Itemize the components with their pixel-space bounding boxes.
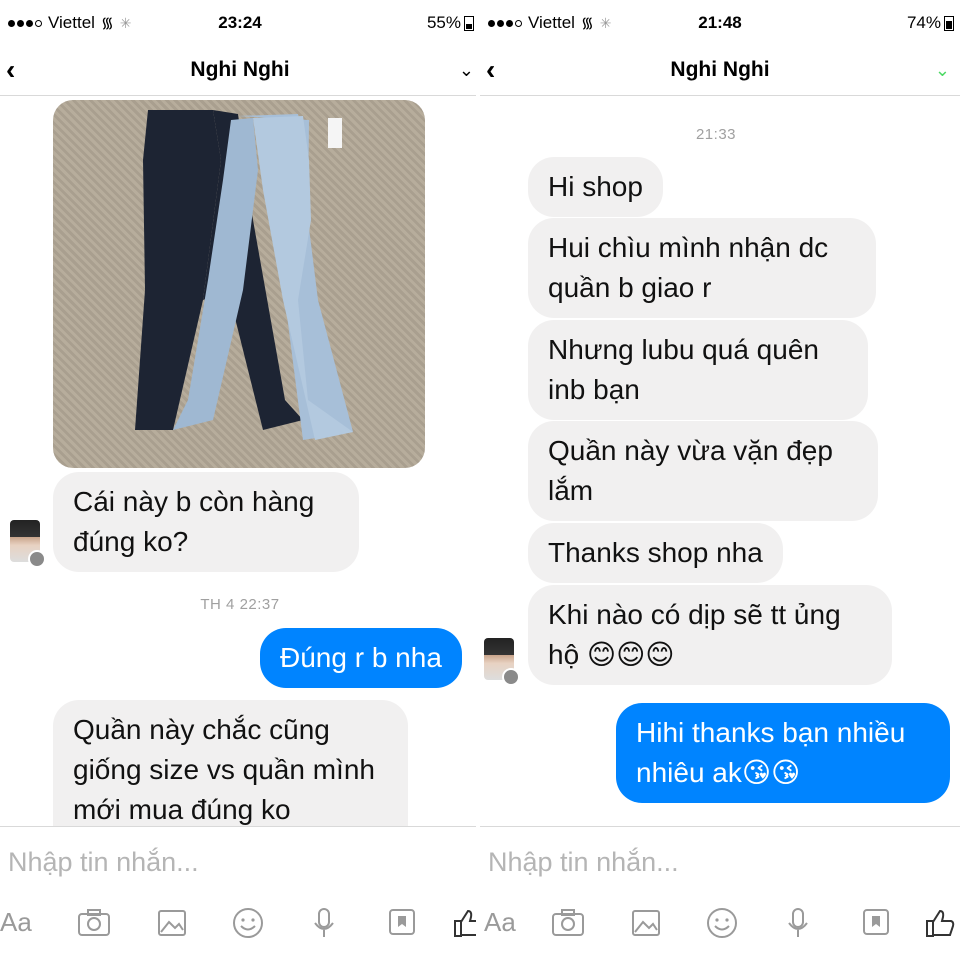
text-format-icon[interactable]: Aa: [484, 903, 524, 943]
right-chat-screen: Viettel ᯾ ✳ 21:48 74% ‹ Nghi Nghi ⌄ 21:3…: [480, 0, 960, 960]
message-input[interactable]: Nhập tin nhắn...: [8, 847, 199, 878]
camera-icon[interactable]: [74, 903, 114, 943]
composer-toolbar: Aa: [480, 903, 960, 943]
gallery-icon[interactable]: [626, 903, 666, 943]
composer-toolbar: Aa: [0, 903, 480, 943]
message-outgoing[interactable]: Hihi thanks bạn nhiều nhiêu ak😘😘: [616, 703, 950, 803]
gallery-icon[interactable]: [152, 903, 192, 943]
text-format-icon[interactable]: Aa: [0, 903, 40, 943]
message-incoming[interactable]: Thanks shop nha: [528, 523, 783, 583]
chat-header: ‹ Nghi Nghi ⌄: [0, 46, 480, 96]
chevron-down-icon[interactable]: ⌄: [459, 60, 474, 81]
message-incoming[interactable]: Khi nào có dịp sẽ tt ủng hộ 😊😊😊: [528, 585, 892, 685]
jeans-photo[interactable]: [53, 100, 425, 468]
contact-name[interactable]: Nghi Nghi: [480, 58, 960, 82]
clock: 23:24: [218, 13, 262, 32]
left-chat-screen: Viettel ᯾ ✳ 23:24 55% ‹ Nghi Nghi ⌄ Cái …: [0, 0, 480, 960]
battery-percent: 74%: [906, 13, 941, 32]
messenger-badge-icon: [28, 550, 46, 568]
message-incoming[interactable]: Quần này chắc cũng giống size vs quần mì…: [53, 700, 408, 826]
timestamp: 21:33: [695, 126, 737, 143]
status-bar: Viettel ᯾ ✳ 21:48 74%: [480, 0, 960, 46]
contact-name[interactable]: Nghi Nghi: [0, 58, 480, 82]
bookmark-icon[interactable]: [382, 903, 422, 943]
aa-label: Aa: [484, 907, 516, 937]
aa-label: Aa: [0, 907, 32, 937]
messenger-badge-icon: [502, 668, 520, 686]
message-incoming[interactable]: Hui chìu mình nhận dc quần b giao r: [528, 218, 876, 318]
jeans-image: [135, 110, 353, 440]
chat-header: ‹ Nghi Nghi ⌄: [480, 46, 960, 96]
clock: 21:48: [698, 13, 742, 32]
battery-percent: 55%: [426, 13, 461, 32]
microphone-icon[interactable]: [304, 903, 344, 943]
check-icon: ⌄: [934, 60, 950, 80]
message-incoming[interactable]: Cái này b còn hàng đúng ko?: [53, 472, 359, 572]
sticker-icon[interactable]: [702, 903, 742, 943]
avatar[interactable]: [10, 520, 46, 568]
battery: 74%: [907, 13, 954, 33]
sticker-icon[interactable]: [228, 903, 268, 943]
message-outgoing[interactable]: Đúng r b nha: [260, 628, 462, 688]
like-icon[interactable]: [920, 903, 960, 943]
avatar[interactable]: [484, 638, 520, 686]
microphone-icon[interactable]: [778, 903, 818, 943]
message-incoming[interactable]: Nhưng lubu quá quên inb bạn: [528, 320, 868, 420]
bookmark-icon[interactable]: [856, 903, 896, 943]
battery-icon: [464, 15, 474, 31]
message-incoming[interactable]: Hi shop: [528, 157, 663, 217]
battery-icon: [944, 15, 954, 31]
status-bar: Viettel ᯾ ✳ 23:24 55%: [0, 0, 480, 46]
battery: 55%: [427, 13, 474, 33]
composer: Nhập tin nhắn... Aa: [0, 826, 480, 960]
camera-icon[interactable]: [548, 903, 588, 943]
composer: Nhập tin nhắn... Aa: [480, 826, 960, 960]
message-incoming[interactable]: Quần này vừa vặn đẹp lắm: [528, 421, 878, 521]
message-input[interactable]: Nhập tin nhắn...: [488, 847, 679, 878]
timestamp: TH 4 22:37: [200, 596, 280, 613]
